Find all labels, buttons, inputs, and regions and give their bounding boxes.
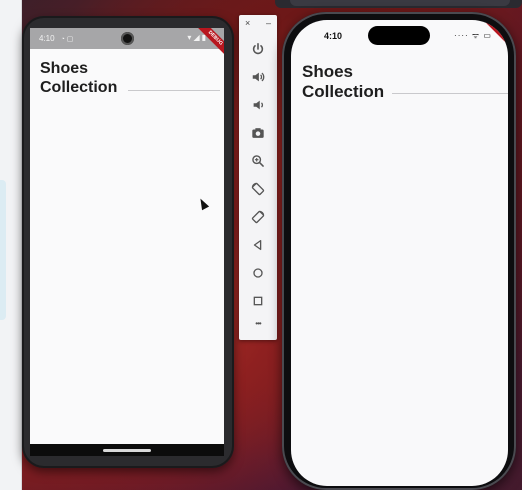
ios-signal-wifi-battery-icons: ···· ᯤ ▭ (454, 31, 492, 40)
overview-button[interactable] (239, 291, 277, 311)
camera-icon (252, 128, 264, 138)
back-button[interactable] (239, 235, 277, 255)
android-camera-hole (121, 32, 134, 45)
rotate-right-icon (251, 210, 265, 224)
back-icon (253, 239, 262, 251)
ios-dynamic-island (368, 26, 430, 45)
android-screen[interactable]: 4:10 ◔ ▢ ▾◢▮ DEBUG Shoes Collection (30, 28, 224, 446)
volume-down-button[interactable] (239, 95, 277, 115)
android-status-time: 4:10 (39, 34, 55, 43)
ios-screen[interactable]: 4:10 ···· ᯤ ▭ DEBUG Shoes Collection (291, 20, 508, 486)
volume-up-icon (252, 72, 265, 82)
home-icon (253, 268, 263, 278)
screenshot-button[interactable] (239, 123, 277, 143)
android-gesture-bar[interactable] (103, 449, 151, 452)
zoom-button[interactable] (239, 151, 277, 171)
title-line-1: Shoes (302, 62, 354, 81)
background-window-left[interactable] (0, 0, 22, 490)
title-line-1: Shoes (40, 60, 89, 77)
overview-icon (253, 296, 263, 306)
background-window-panel (0, 180, 6, 320)
zoom-icon (252, 155, 264, 167)
background-window-top-inner (290, 0, 510, 6)
minimize-icon[interactable]: – (266, 18, 271, 28)
volume-down-icon (253, 100, 264, 110)
more-icon: ••• (255, 318, 261, 328)
close-icon[interactable]: × (245, 18, 250, 28)
home-button[interactable] (239, 263, 277, 283)
rotate-right-button[interactable] (239, 207, 277, 227)
android-page-title: Shoes Collection (40, 60, 117, 98)
rotate-left-button[interactable] (239, 179, 277, 199)
ios-status-time: 4:10 (324, 31, 343, 41)
toolbar-window-controls: × – (239, 15, 277, 31)
volume-up-button[interactable] (239, 67, 277, 87)
more-button[interactable]: ••• (239, 313, 277, 333)
rotate-left-icon (251, 182, 265, 196)
ios-title-divider (392, 93, 508, 94)
power-icon (252, 42, 264, 55)
android-title-divider (128, 90, 220, 91)
ios-page-title: Shoes Collection (302, 62, 384, 102)
title-line-2: Collection (302, 82, 385, 102)
android-notification-icons: ◔ ▢ (60, 35, 74, 43)
emulator-toolbar: × – ••• (239, 15, 277, 340)
power-button[interactable] (239, 39, 277, 59)
title-line-2: Collection (40, 78, 118, 96)
